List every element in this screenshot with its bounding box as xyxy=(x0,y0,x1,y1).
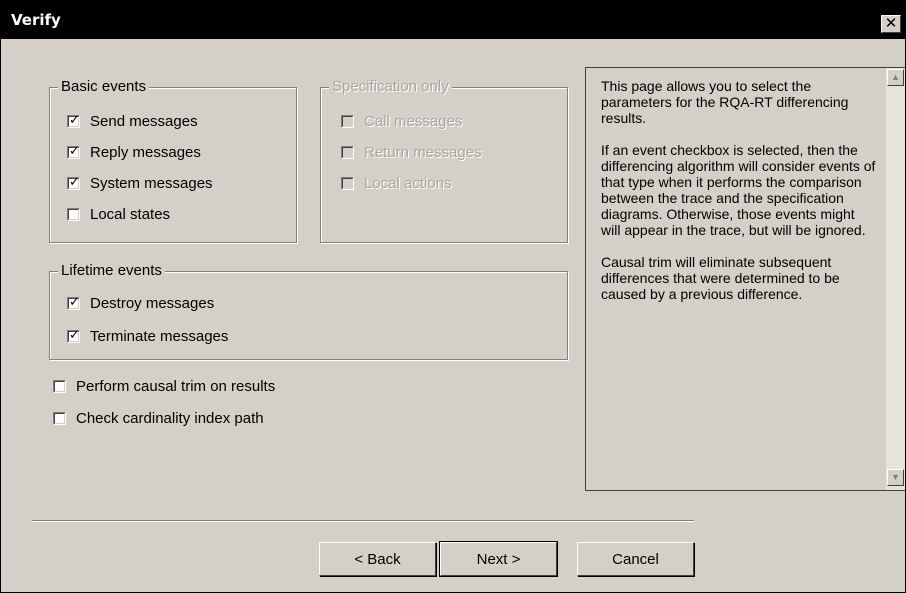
check-icon: ✓ xyxy=(69,112,80,128)
local-actions-checkbox-row: Local actions xyxy=(341,173,452,193)
lifetime-events-group: Lifetime events ✓ Destroy messages ✓ Ter… xyxy=(49,262,568,360)
check-icon: ✓ xyxy=(69,143,80,159)
reply-messages-checkbox[interactable]: ✓ xyxy=(67,143,80,159)
help-text-box: This page allows you to select the param… xyxy=(585,67,905,491)
call-messages-label: Call messages xyxy=(364,112,463,130)
causal-trim-checkbox[interactable] xyxy=(53,379,66,393)
causal-trim-checkbox-row[interactable]: Perform causal trim on results xyxy=(53,376,275,396)
check-icon: ✓ xyxy=(69,327,80,343)
call-messages-checkbox xyxy=(341,114,354,128)
scroll-up-icon: ▲ xyxy=(891,72,900,82)
terminate-messages-checkbox-row[interactable]: ✓ Terminate messages xyxy=(67,326,228,346)
system-messages-checkbox[interactable]: ✓ xyxy=(67,174,80,190)
check-icon: ✓ xyxy=(69,294,80,310)
send-messages-checkbox[interactable]: ✓ xyxy=(67,112,80,128)
cancel-button[interactable]: Cancel xyxy=(577,542,694,576)
cardinality-index-checkbox-row[interactable]: Check cardinality index path xyxy=(53,408,264,428)
basic-events-group: Basic events ✓ Send messages ✓ Reply mes… xyxy=(49,78,297,243)
cardinality-index-label: Check cardinality index path xyxy=(76,409,264,427)
help-paragraph: This page allows you to select the param… xyxy=(601,78,849,126)
help-paragraph: If an event checkbox is selected, then t… xyxy=(601,142,876,238)
separator-line xyxy=(32,520,694,522)
verify-dialog: Verify ✕ Basic events ✓ Send messages ✓ … xyxy=(0,0,906,593)
destroy-messages-checkbox[interactable]: ✓ xyxy=(67,294,80,310)
close-icon: ✕ xyxy=(884,14,898,32)
back-button-label: < Back xyxy=(354,550,401,568)
help-paragraph: Causal trim will eliminate subsequent di… xyxy=(601,254,840,302)
scroll-down-button[interactable]: ▼ xyxy=(887,469,904,486)
help-text: This page allows you to select the param… xyxy=(601,78,876,318)
send-messages-label: Send messages xyxy=(90,112,198,130)
specification-only-label: Specification only xyxy=(329,78,452,95)
return-messages-checkbox-row: Return messages xyxy=(341,142,482,162)
local-states-label: Local states xyxy=(90,205,171,223)
back-button[interactable]: < Back xyxy=(319,542,436,576)
scroll-down-icon: ▼ xyxy=(891,472,900,482)
call-messages-checkbox-row: Call messages xyxy=(341,111,462,131)
causal-trim-label: Perform causal trim on results xyxy=(76,377,276,395)
window-title: Verify xyxy=(11,11,61,29)
local-states-checkbox[interactable] xyxy=(67,207,80,221)
return-messages-checkbox xyxy=(341,145,354,159)
local-actions-label: Local actions xyxy=(364,174,452,192)
local-actions-checkbox xyxy=(341,176,354,190)
terminate-messages-label: Terminate messages xyxy=(90,327,229,345)
lifetime-events-label: Lifetime events xyxy=(58,262,165,279)
cardinality-index-checkbox[interactable] xyxy=(53,411,66,425)
next-button[interactable]: Next > xyxy=(439,541,558,577)
reply-messages-label: Reply messages xyxy=(90,143,201,161)
system-messages-label: System messages xyxy=(90,174,213,192)
basic-events-label: Basic events xyxy=(58,78,150,95)
close-button[interactable]: ✕ xyxy=(881,15,901,33)
title-bar: Verify ✕ xyxy=(1,1,905,39)
return-messages-label: Return messages xyxy=(364,143,482,161)
next-button-label: Next > xyxy=(476,550,521,568)
terminate-messages-checkbox[interactable]: ✓ xyxy=(67,327,80,343)
destroy-messages-label: Destroy messages xyxy=(90,294,215,312)
help-scrollbar[interactable]: ▲ ▼ xyxy=(886,68,905,490)
local-states-checkbox-row[interactable]: Local states xyxy=(67,204,170,224)
cancel-button-label: Cancel xyxy=(612,550,659,568)
reply-messages-checkbox-row[interactable]: ✓ Reply messages xyxy=(67,142,201,162)
send-messages-checkbox-row[interactable]: ✓ Send messages xyxy=(67,111,198,131)
system-messages-checkbox-row[interactable]: ✓ System messages xyxy=(67,173,213,193)
specification-only-group: Specification only Call messages Return … xyxy=(320,78,568,243)
check-icon: ✓ xyxy=(69,174,80,190)
scroll-up-button[interactable]: ▲ xyxy=(887,69,904,86)
destroy-messages-checkbox-row[interactable]: ✓ Destroy messages xyxy=(67,293,214,313)
